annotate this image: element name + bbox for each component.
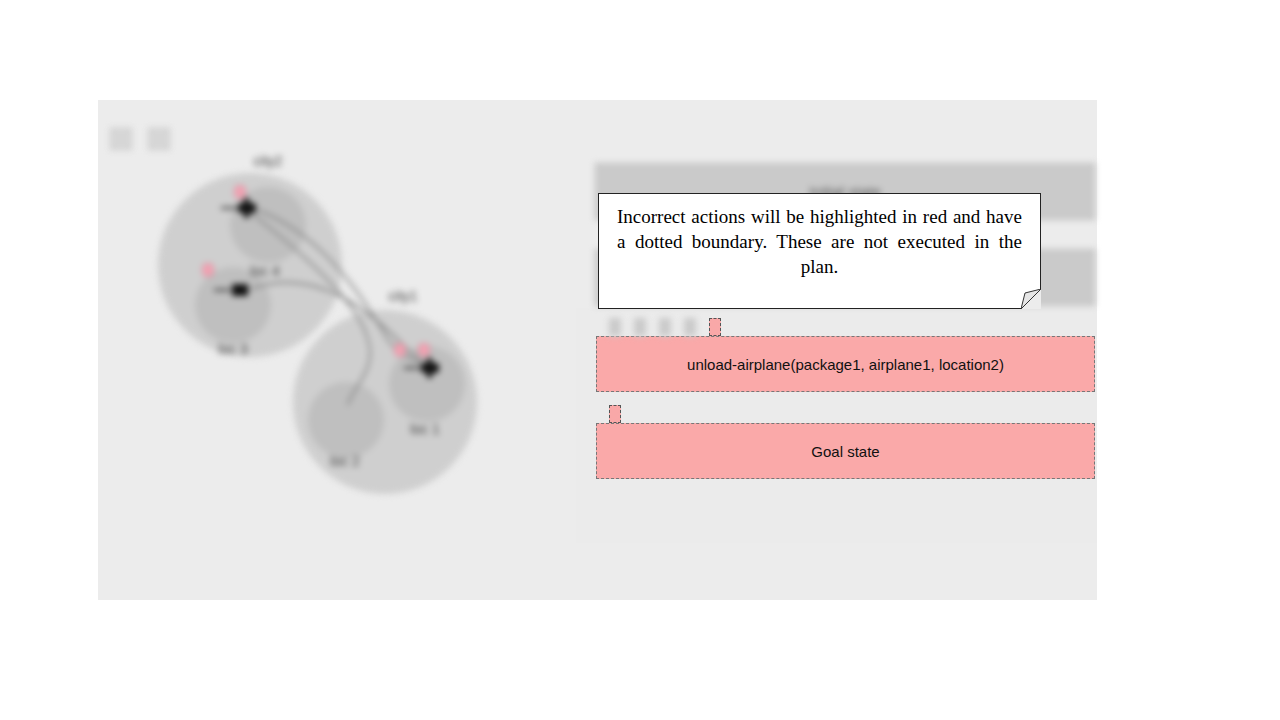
folded-corner-icon xyxy=(1021,289,1041,309)
city-label: city1 xyxy=(389,288,418,304)
step-marker[interactable] xyxy=(659,318,671,336)
page: city2 loc 4 loc 3 city1 loc 1 loc 2 Initial s… xyxy=(0,0,1280,720)
toolbar xyxy=(110,128,170,150)
plan-panel: Initial state unload-airplane(package1, … xyxy=(576,100,1097,600)
city-circle xyxy=(293,310,477,494)
visualizer-panel: city2 loc 4 loc 3 city1 loc 1 loc 2 Initial s… xyxy=(98,100,1097,600)
location-circle xyxy=(308,382,384,458)
map-canvas: city2 loc 4 loc 3 city1 loc 1 loc 2 xyxy=(98,100,576,600)
map-diagram: city2 loc 4 loc 3 city1 loc 1 loc 2 xyxy=(98,100,576,600)
goal-card[interactable]: Goal state xyxy=(596,423,1095,479)
location-label: loc 1 xyxy=(410,421,440,437)
step-marker[interactable] xyxy=(684,318,696,336)
truck-icon[interactable] xyxy=(214,284,248,296)
toolbar-button[interactable] xyxy=(110,128,132,150)
airplane-icon[interactable] xyxy=(221,198,256,218)
toolbar-button[interactable] xyxy=(148,128,170,150)
marker-row xyxy=(596,318,1097,336)
location-label: loc 2 xyxy=(330,453,360,469)
tooltip: Incorrect actions will be highlighted in… xyxy=(598,193,1041,309)
step-marker[interactable] xyxy=(609,318,621,336)
step-marker[interactable] xyxy=(709,318,721,336)
package-icon[interactable] xyxy=(395,344,405,356)
location-circle xyxy=(230,187,306,263)
location-label: loc 3 xyxy=(218,341,248,357)
package-icon[interactable] xyxy=(235,186,245,198)
city-label: city2 xyxy=(254,153,283,169)
city-circle xyxy=(158,173,342,357)
location-circle xyxy=(389,346,465,422)
plan-details: unload-airplane(package1, airplane1, loc… xyxy=(576,308,1097,543)
airplane-icon[interactable] xyxy=(404,358,439,378)
action-card[interactable]: unload-airplane(package1, airplane1, loc… xyxy=(596,336,1095,392)
step-marker[interactable] xyxy=(609,405,621,423)
marker-row xyxy=(596,404,1097,423)
route-line xyxy=(258,210,428,366)
route-line xyxy=(248,282,428,368)
location-label: loc 4 xyxy=(250,263,280,279)
package-icon[interactable] xyxy=(203,264,213,276)
step-marker[interactable] xyxy=(634,318,646,336)
package-icon[interactable] xyxy=(419,344,429,356)
